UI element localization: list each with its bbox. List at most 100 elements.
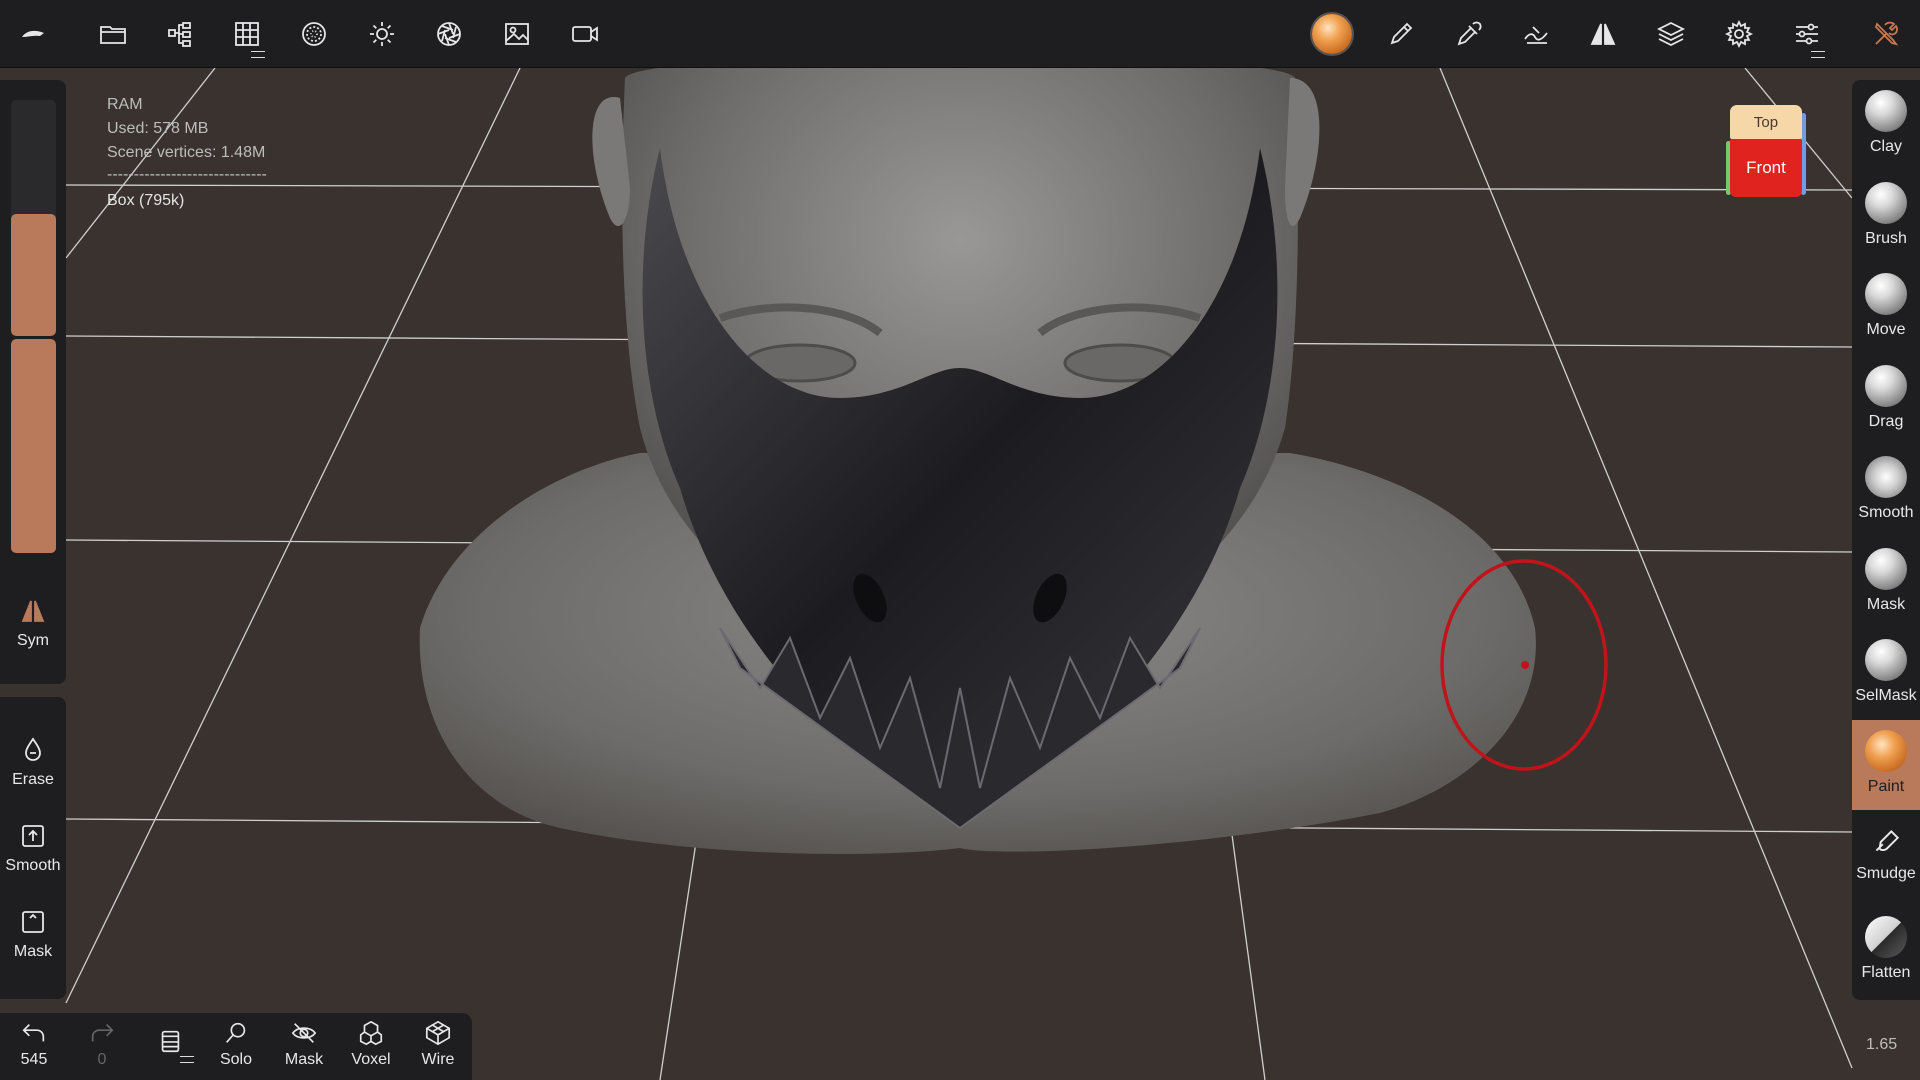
topology-icon[interactable] — [294, 14, 334, 54]
tool-clay-label: Clay — [1869, 138, 1902, 155]
tool-paint[interactable]: Paint — [1852, 720, 1920, 810]
scene-vertices: Scene vertices: 1.48M — [107, 144, 266, 161]
eye-off-icon — [291, 1023, 317, 1043]
stroke-icon[interactable] — [1516, 14, 1556, 54]
tool-brush-label: Brush — [1865, 230, 1907, 247]
smooth-brush-icon — [1865, 456, 1907, 498]
tool-flatten-label: Flatten — [1861, 964, 1911, 981]
tool-mask[interactable]: Mask — [1852, 538, 1920, 628]
redo-count: 0 — [97, 1051, 107, 1068]
smooth-label: Smooth — [5, 857, 61, 874]
intensity-slider-fill — [11, 339, 56, 553]
radius-slider-fill — [11, 214, 56, 336]
drop-icon — [25, 737, 41, 761]
grid-icon[interactable] — [227, 14, 267, 58]
selmask-brush-icon — [1865, 639, 1907, 681]
voxel-button[interactable]: Voxel — [337, 1019, 405, 1069]
light-icon[interactable] — [362, 14, 402, 54]
tool-drag-label: Drag — [1868, 413, 1904, 430]
tool-move-label: Move — [1866, 321, 1906, 338]
erase-label: Erase — [12, 771, 54, 788]
mask-visibility-label: Mask — [284, 1051, 324, 1068]
voxel-icon — [359, 1020, 383, 1046]
app-logo-icon[interactable] — [13, 14, 53, 54]
nav-cube-front[interactable]: Front — [1730, 139, 1802, 197]
tool-brush[interactable]: Brush — [1852, 172, 1920, 262]
erase-button[interactable]: Erase — [0, 735, 66, 789]
scene-canvas[interactable] — [0, 68, 1920, 1080]
ram-label: RAM — [107, 96, 143, 113]
radius-slider[interactable] — [11, 100, 56, 336]
mask-label: Mask — [13, 943, 53, 960]
material-sphere-icon[interactable] — [1312, 14, 1352, 54]
mask-icon — [22, 911, 44, 933]
folder-icon[interactable] — [93, 14, 133, 54]
solo-label: Solo — [219, 1051, 253, 1068]
flatten-brush-icon — [1865, 916, 1907, 958]
tool-smooth[interactable]: Smooth — [1852, 446, 1920, 536]
brush-icon — [1865, 182, 1907, 224]
redo-button[interactable]: 0 — [68, 1019, 136, 1069]
symmetry-icon[interactable] — [1583, 14, 1623, 54]
wire-button[interactable]: Wire — [404, 1019, 472, 1069]
smooth-button[interactable]: Smooth — [0, 821, 66, 875]
sym-label: Sym — [17, 632, 49, 649]
info-separator: ------------------------------ — [107, 166, 267, 183]
3d-viewport[interactable] — [0, 68, 1920, 1080]
mask-button[interactable]: Mask — [0, 907, 66, 961]
smudge-icon — [1875, 830, 1900, 852]
ram-used: Used: 578 MB — [107, 120, 209, 137]
tool-smudge-label: Smudge — [1856, 865, 1916, 882]
undo-button[interactable]: 545 — [0, 1019, 68, 1069]
solo-button[interactable]: Solo — [202, 1019, 270, 1069]
paint-brush-icon — [1865, 730, 1907, 772]
aperture-icon[interactable] — [429, 14, 469, 54]
zoom-level: 1.65 — [1866, 1036, 1898, 1053]
smooth-icon — [22, 825, 44, 847]
top-toolbar — [0, 0, 1920, 68]
wireframe-icon — [425, 1020, 451, 1046]
mask-brush-icon — [1865, 548, 1907, 590]
tool-flatten[interactable]: Flatten — [1852, 906, 1920, 996]
tool-mask-label: Mask — [1866, 596, 1906, 613]
pen-icon[interactable] — [1381, 14, 1421, 54]
camera-icon[interactable] — [565, 14, 605, 54]
hide-mask-button[interactable]: Mask — [270, 1019, 338, 1069]
tool-clay[interactable]: Clay — [1852, 80, 1920, 170]
undo-count: 545 — [20, 1051, 48, 1068]
tool-smudge[interactable]: Smudge — [1852, 813, 1920, 903]
nav-cube-top[interactable]: Top — [1730, 105, 1802, 139]
sliders-icon[interactable] — [1787, 14, 1827, 58]
notebook-icon — [161, 1030, 180, 1053]
tool-move[interactable]: Move — [1852, 263, 1920, 353]
tool-drag[interactable]: Drag — [1852, 355, 1920, 445]
selected-object[interactable]: Box (795k) — [107, 192, 184, 210]
clay-brush-icon — [1865, 90, 1907, 132]
image-icon[interactable] — [497, 14, 537, 54]
tool-selmask[interactable]: SelMask — [1852, 629, 1920, 719]
tool-smooth-label: Smooth — [1858, 504, 1914, 521]
wire-label: Wire — [421, 1051, 455, 1068]
scene-tree-icon[interactable] — [160, 14, 200, 54]
left-slider-panel: Sym — [0, 80, 66, 684]
bottom-toolbar: 545 0 Solo Mask Voxel Wire — [0, 1013, 472, 1080]
drag-brush-icon — [1865, 365, 1907, 407]
settings-icon[interactable] — [1719, 14, 1759, 54]
history-button[interactable] — [136, 1027, 204, 1063]
tool-selmask-label: SelMask — [1855, 687, 1917, 704]
tool-paint-label: Paint — [1867, 778, 1905, 795]
navigation-cube[interactable]: Top Front — [1726, 105, 1806, 201]
redo-icon — [91, 1024, 114, 1042]
left-tool-panel: Erase Smooth Mask — [0, 697, 66, 999]
undo-icon — [22, 1024, 45, 1042]
intensity-slider[interactable] — [11, 339, 56, 633]
right-tool-panel: Clay Brush Move Drag Smooth Mask SelMask… — [1852, 80, 1920, 1000]
layers-icon[interactable] — [1651, 14, 1691, 54]
move-brush-icon — [1865, 273, 1907, 315]
sym-toggle[interactable]: Sym — [0, 596, 66, 650]
voxel-label: Voxel — [351, 1051, 391, 1068]
search-icon — [226, 1022, 246, 1043]
eyedropper-icon[interactable] — [1449, 14, 1489, 54]
tools-icon[interactable] — [1866, 14, 1906, 54]
symmetry-icon — [21, 600, 45, 622]
